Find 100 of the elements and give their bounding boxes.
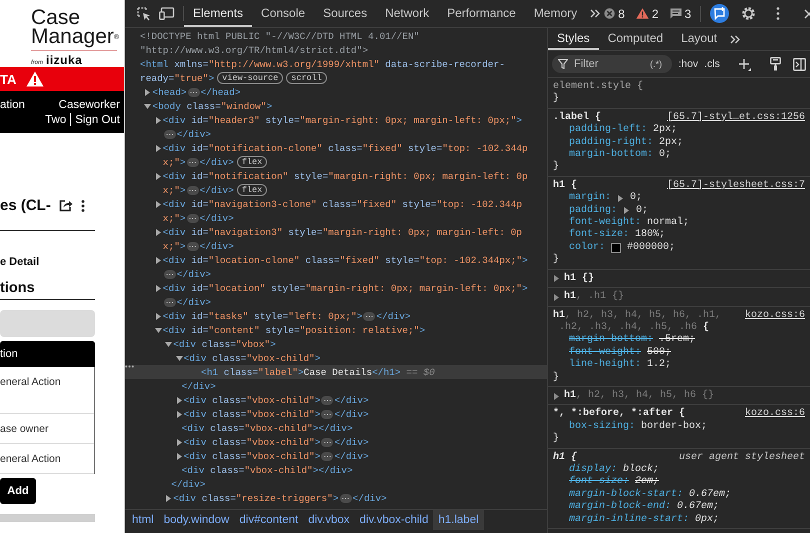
caret-icon[interactable] (553, 392, 560, 400)
panel-tab[interactable]: Styles (548, 28, 599, 50)
caret-icon[interactable] (165, 495, 172, 502)
ellipsis-button[interactable]: ⋯ (363, 312, 376, 320)
ellipsis-button[interactable]: ⋯ (186, 214, 199, 222)
tree-row[interactable]: <div class="vbox"> (125, 337, 547, 351)
caret-icon[interactable] (154, 327, 162, 334)
share-icon[interactable] (58, 199, 73, 212)
ellipsis-button[interactable]: ⋯ (321, 452, 334, 460)
ellipsis-button[interactable]: ⋯ (186, 242, 199, 250)
panel-tab[interactable]: Sources (314, 0, 376, 27)
caret-icon[interactable] (176, 453, 183, 460)
source-link[interactable]: [65.7]-stylesheet.css:7 (666, 180, 805, 192)
panel-tab[interactable]: Console (252, 0, 314, 27)
settings-icon[interactable] (741, 6, 756, 21)
ellipsis-button[interactable]: ⋯ (164, 298, 176, 306)
caret-icon[interactable] (617, 194, 624, 202)
tree-row[interactable]: <div class="vbox-child"> ⋯ </div> (125, 435, 547, 449)
color-swatch[interactable] (611, 243, 622, 254)
hover-state-toggle[interactable]: :hov (678, 58, 698, 70)
tree-row[interactable]: <div id="content" style="position: relative;"> (125, 323, 547, 337)
breadcrumb[interactable]: div.vbox-child (354, 510, 434, 530)
ellipsis-button[interactable]: ⋯ (186, 186, 199, 194)
tree-row[interactable]: <!DOCTYPE html PUBLIC "-//W3C//DTD HTML 4.01//EN" "http://www.w3.org/TR/html4/strict.dtd"> (125, 29, 547, 57)
breadcrumb[interactable]: div.vbox (303, 510, 355, 530)
tree-row[interactable]: <h1 class="label">Case Details</h1> == $0 (125, 365, 547, 379)
add-icon[interactable] (738, 58, 751, 70)
breadcrumb[interactable]: html (127, 510, 159, 530)
tree-row[interactable]: <div id="navigation3" style="margin-right: 0px; margin-left: 0p x;"> ⋯ </div> (125, 225, 547, 253)
tree-row[interactable]: <div class="vbox-child"> ⋯ </div> (125, 407, 547, 421)
tree-row[interactable]: <div id="navigation3-clone" class="fixed" style="top: -102.344p x;"> ⋯ </div> (125, 197, 547, 225)
tag-badge[interactable]: flex (236, 184, 268, 196)
caret-icon[interactable] (154, 285, 162, 292)
caret-icon[interactable] (154, 313, 162, 320)
breadcrumb[interactable]: body.window (158, 510, 234, 530)
ellipsis-button[interactable]: ⋯ (340, 494, 352, 502)
source-link[interactable]: kozo.css:6 (744, 310, 805, 322)
inspect-icon[interactable] (137, 6, 151, 20)
tree-row[interactable]: <html xmlns="http://www.w3.org/1999/xhtml" data-scribe-recorder- ready="true"> view-source scroll (125, 57, 547, 85)
tree-row[interactable]: <body class="window"> (125, 99, 547, 113)
add-button[interactable]: Add (0, 478, 36, 504)
regex-toggle[interactable]: (.*) (650, 59, 662, 69)
tag-badge[interactable]: scroll (286, 72, 327, 84)
tree-row[interactable]: <div id="header3" style="margin-right: 0px; margin-left: 0px;"> ⋯ </div> (125, 113, 547, 141)
breadcrumb[interactable]: h1.label (433, 510, 484, 530)
ellipsis-button[interactable]: ⋯ (186, 158, 199, 166)
class-toggle[interactable]: .cls (704, 58, 720, 70)
caret-icon[interactable] (154, 173, 162, 180)
ellipsis-button[interactable]: ⋯ (164, 270, 176, 278)
panel-tab[interactable]: Computed (598, 28, 672, 50)
panel-tab[interactable]: Memory (524, 0, 586, 27)
sidebar-icon[interactable] (793, 58, 806, 70)
assistant-icon[interactable] (710, 4, 730, 23)
filter-field[interactable]: Filter (.*) (552, 55, 672, 73)
tree-row[interactable]: <div class="vbox-child"></div> (125, 463, 547, 477)
caret-icon[interactable] (176, 439, 183, 446)
caret-icon[interactable] (154, 229, 162, 236)
source-link[interactable]: [65.7]-styl…et.css:1256 (666, 112, 805, 124)
caret-icon[interactable] (165, 341, 172, 348)
caret-icon[interactable] (144, 89, 152, 96)
tree-row[interactable]: <div class="vbox-child"> ⋯ </div> (125, 449, 547, 463)
tree-row[interactable]: <div class="vbox-child"> ⋯ </div> (125, 393, 547, 407)
tree-row[interactable]: <div id="notification-clone" class="fixed" style="top: -102.344p x;"> ⋯ </div> flex (125, 141, 547, 169)
tree-row[interactable]: <head> ⋯ </head> (125, 85, 547, 99)
caret-icon[interactable] (154, 117, 162, 124)
chevron-double-icon[interactable] (590, 9, 600, 18)
tag-badge[interactable]: view-source (217, 72, 284, 84)
more-icon[interactable] (80, 200, 85, 212)
source-link[interactable]: kozo.css:6 (744, 408, 805, 421)
tree-row[interactable]: <div id="location" style="margin-right: 0px; margin-left: 0px;"> ⋯ </div> (125, 281, 547, 309)
caret-icon[interactable] (553, 294, 560, 301)
panel-tab[interactable]: Layout (672, 28, 726, 50)
caret-icon[interactable] (144, 103, 152, 110)
ellipsis-button[interactable]: ⋯ (188, 88, 200, 96)
caret-icon[interactable] (176, 411, 183, 418)
caret-icon[interactable] (154, 145, 162, 152)
ellipsis-button[interactable]: ⋯ (321, 438, 334, 446)
panel-tab[interactable]: Performance (438, 0, 525, 27)
tree-row[interactable]: <div id="tasks" style="left: 0px;"> ⋯ </div> (125, 309, 547, 323)
tree-row[interactable]: <div id="location-clone" class="fixed" style="top: -102.344px;"> ⋯ </div> (125, 253, 547, 281)
tree-row[interactable]: <div id="notification" style="margin-right: 0px; margin-left: 0p x;"> ⋯ </div> flex (125, 169, 547, 197)
tree-row[interactable]: <div class="vbox-child"></div> (125, 421, 547, 435)
caret-icon[interactable] (176, 397, 183, 404)
breadcrumb[interactable]: div#content (234, 510, 304, 530)
caret-icon[interactable] (154, 201, 162, 208)
ellipsis-button[interactable]: ⋯ (321, 396, 334, 404)
paint-icon[interactable] (770, 57, 781, 71)
device-icon[interactable] (159, 7, 175, 20)
tag-badge[interactable]: flex (236, 156, 268, 168)
caret-icon[interactable] (154, 257, 162, 264)
caret-icon[interactable] (623, 207, 630, 214)
ellipsis-button[interactable]: ⋯ (164, 130, 176, 138)
caret-icon[interactable] (553, 275, 560, 282)
tree-row[interactable]: <div class="resize-triggers"> ⋯ </div> (125, 491, 547, 505)
sign-out-link[interactable]: Sign Out (75, 114, 120, 126)
tree-row[interactable]: <div class="vbox-child"> (125, 351, 547, 365)
chevron-double-icon[interactable] (730, 34, 740, 44)
nav-link[interactable]: ation (0, 99, 25, 133)
ellipsis-button[interactable]: ⋯ (321, 410, 334, 418)
panel-tab[interactable]: Network (376, 0, 438, 27)
